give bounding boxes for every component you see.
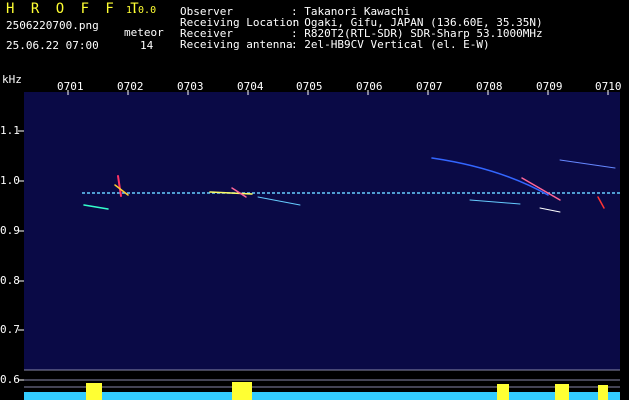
meteor-echoes	[83, 157, 616, 213]
x-axis-ticks	[67, 90, 609, 95]
spectrogram-overlay	[18, 90, 620, 400]
y-axis-ticks	[18, 130, 24, 381]
signal-strip-bars	[24, 382, 620, 400]
